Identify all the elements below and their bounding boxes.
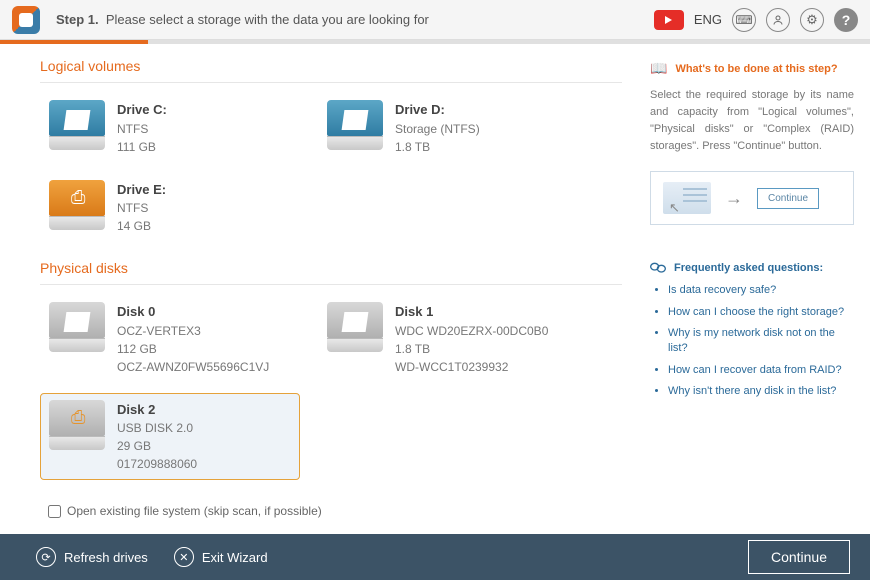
hint-illustration: ↖ → Continue bbox=[650, 171, 854, 225]
drive-info: Disk 0OCZ-VERTEX3112 GBOCZ-AWNZ0FW55696C… bbox=[117, 302, 269, 376]
logical-volume-item[interactable]: Drive C:NTFS111 GB bbox=[40, 93, 300, 163]
section-physical-title: Physical disks bbox=[40, 260, 622, 276]
faq-heading: Frequently asked questions: bbox=[650, 261, 854, 275]
settings-icon[interactable]: ⚙ bbox=[800, 8, 824, 32]
drive-icon: ⎙ bbox=[49, 180, 105, 230]
faq-item[interactable]: How can I recover data from RAID? bbox=[668, 363, 854, 378]
drive-detail: Storage (NTFS) bbox=[395, 120, 480, 138]
drive-info: Disk 1WDC WD20EZRX-00DC0B01.8 TBWD-WCC1T… bbox=[395, 302, 548, 376]
drive-detail: OCZ-VERTEX3 bbox=[117, 322, 269, 340]
exit-wizard-button[interactable]: ✕ Exit Wizard bbox=[174, 547, 268, 567]
drive-icon bbox=[49, 302, 105, 352]
physical-disk-item[interactable]: Disk 1WDC WD20EZRX-00DC0B01.8 TBWD-WCC1T… bbox=[318, 295, 578, 383]
open-existing-fs-checkbox[interactable] bbox=[48, 505, 61, 518]
faq-item[interactable]: Is data recovery safe? bbox=[668, 283, 854, 298]
drive-name: Disk 2 bbox=[117, 400, 197, 420]
help-panel: 📖 What's to be done at this step? Select… bbox=[642, 44, 870, 534]
refresh-icon: ⟳ bbox=[36, 547, 56, 567]
refresh-drives-button[interactable]: ⟳ Refresh drives bbox=[36, 547, 148, 567]
arrow-right-icon: → bbox=[725, 188, 743, 209]
drive-size: 1.8 TB bbox=[395, 340, 548, 358]
drive-detail: WDC WD20EZRX-00DC0B0 bbox=[395, 322, 548, 340]
drive-name: Disk 0 bbox=[117, 302, 269, 322]
header-bar: Step 1. Please select a storage with the… bbox=[0, 0, 870, 40]
drive-serial: OCZ-AWNZ0FW55696C1VJ bbox=[117, 358, 269, 376]
divider bbox=[40, 284, 622, 285]
storage-panel: Logical volumes Drive C:NTFS111 GBDrive … bbox=[0, 44, 642, 534]
section-logical-title: Logical volumes bbox=[40, 58, 622, 74]
drive-info: Drive C:NTFS111 GB bbox=[117, 100, 167, 156]
faq-list: Is data recovery safe? How can I choose t… bbox=[650, 283, 854, 399]
drive-info: Drive E:NTFS14 GB bbox=[117, 180, 166, 236]
drive-icon bbox=[49, 100, 105, 150]
drive-info: Drive D:Storage (NTFS)1.8 TB bbox=[395, 100, 480, 156]
book-icon: 📖 bbox=[650, 60, 667, 77]
close-icon: ✕ bbox=[174, 547, 194, 567]
footer-bar: ⟳ Refresh drives ✕ Exit Wizard Continue bbox=[0, 534, 870, 580]
drive-size: 14 GB bbox=[117, 217, 166, 235]
keyboard-icon[interactable]: ⌨ bbox=[732, 8, 756, 32]
logical-volume-item[interactable]: Drive D:Storage (NTFS)1.8 TB bbox=[318, 93, 578, 163]
drive-icon bbox=[327, 100, 383, 150]
help-heading: 📖 What's to be done at this step? bbox=[650, 60, 854, 77]
drive-name: Drive C: bbox=[117, 100, 167, 120]
faq-item[interactable]: How can I choose the right storage? bbox=[668, 305, 854, 320]
physical-disk-item[interactable]: ⎙Disk 2USB DISK 2.029 GB017209888060 bbox=[40, 393, 300, 481]
open-existing-fs-label: Open existing file system (skip scan, if… bbox=[67, 504, 322, 518]
help-text: Select the required storage by its name … bbox=[650, 87, 854, 155]
app-logo-icon bbox=[12, 6, 40, 34]
help-icon[interactable]: ? bbox=[834, 8, 858, 32]
drive-serial: WD-WCC1T0239932 bbox=[395, 358, 548, 376]
drive-detail: USB DISK 2.0 bbox=[117, 419, 197, 437]
drive-name: Drive D: bbox=[395, 100, 480, 120]
user-icon[interactable] bbox=[766, 8, 790, 32]
drive-size: 111 GB bbox=[117, 138, 167, 156]
youtube-icon[interactable] bbox=[654, 10, 684, 30]
drive-info: Disk 2USB DISK 2.029 GB017209888060 bbox=[117, 400, 197, 474]
drive-detail: NTFS bbox=[117, 120, 167, 138]
drive-icon bbox=[327, 302, 383, 352]
cursor-icon: ↖ bbox=[669, 200, 680, 216]
drive-icon: ⎙ bbox=[49, 400, 105, 450]
drive-name: Drive E: bbox=[117, 180, 166, 200]
continue-button[interactable]: Continue bbox=[748, 540, 850, 574]
hint-storage-icon: ↖ bbox=[663, 182, 711, 214]
divider bbox=[40, 82, 622, 83]
language-selector[interactable]: ENG bbox=[694, 12, 722, 27]
faq-item[interactable]: Why is my network disk not on the list? bbox=[668, 326, 854, 357]
drive-size: 112 GB bbox=[117, 340, 269, 358]
faq-item[interactable]: Why isn't there any disk in the list? bbox=[668, 384, 854, 399]
step-title: Step 1. Please select a storage with the… bbox=[56, 12, 654, 27]
physical-disk-item[interactable]: Disk 0OCZ-VERTEX3112 GBOCZ-AWNZ0FW55696C… bbox=[40, 295, 300, 383]
logical-volume-item[interactable]: ⎙Drive E:NTFS14 GB bbox=[40, 173, 300, 243]
drive-detail: NTFS bbox=[117, 199, 166, 217]
drive-name: Disk 1 bbox=[395, 302, 548, 322]
drive-size: 29 GB bbox=[117, 437, 197, 455]
drive-serial: 017209888060 bbox=[117, 455, 197, 473]
step-number: Step 1. bbox=[56, 12, 99, 27]
drive-size: 1.8 TB bbox=[395, 138, 480, 156]
step-desc: Please select a storage with the data yo… bbox=[106, 12, 429, 27]
hint-continue-button: Continue bbox=[757, 188, 819, 209]
open-existing-fs-option[interactable]: Open existing file system (skip scan, if… bbox=[48, 504, 322, 518]
